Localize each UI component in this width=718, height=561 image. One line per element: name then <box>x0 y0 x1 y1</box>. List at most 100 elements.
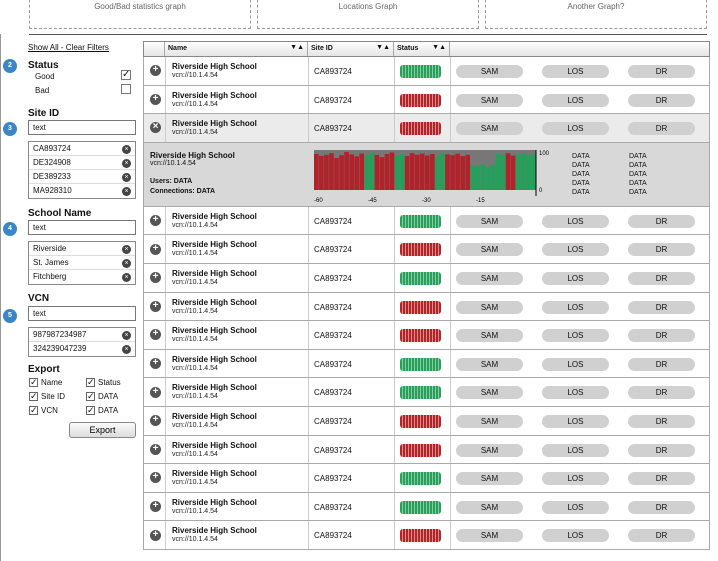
remove-tag-icon[interactable]: × <box>122 345 131 354</box>
los-button[interactable]: LOS <box>542 214 609 228</box>
check-icon[interactable]: ✓ <box>29 406 38 415</box>
export-option[interactable]: ✓ Site ID <box>29 392 65 401</box>
los-button[interactable]: LOS <box>542 500 609 514</box>
sam-button[interactable]: SAM <box>456 300 523 314</box>
vcn-address: vcn://10.1.4.54 <box>172 507 218 515</box>
remove-tag-icon[interactable]: × <box>122 259 131 268</box>
good-bad-graph-placeholder[interactable]: Good/Bad statistics graph <box>29 0 251 29</box>
status-column-header[interactable]: Status ▼▲ <box>394 42 450 56</box>
school-name-input[interactable]: text <box>28 220 136 235</box>
dr-button[interactable]: DR <box>628 500 695 514</box>
expand-icon[interactable]: + <box>150 93 161 105</box>
sam-button[interactable]: SAM <box>456 93 523 107</box>
los-button[interactable]: LOS <box>542 414 609 428</box>
expand-icon[interactable]: + <box>150 215 161 227</box>
remove-tag-icon[interactable]: × <box>122 159 131 168</box>
school-name: Riverside High School <box>172 526 257 536</box>
dr-button[interactable]: DR <box>628 357 695 371</box>
export-option[interactable]: ✓ DATA <box>86 392 118 401</box>
dr-button[interactable]: DR <box>628 300 695 314</box>
expand-icon[interactable]: + <box>150 415 161 427</box>
expand-icon[interactable]: + <box>150 358 161 370</box>
sam-button[interactable]: SAM <box>456 271 523 285</box>
sam-button[interactable]: SAM <box>456 329 523 343</box>
sam-button[interactable]: SAM <box>456 443 523 457</box>
dr-button[interactable]: DR <box>628 93 695 107</box>
check-icon[interactable]: ✓ <box>29 378 38 387</box>
expand-icon[interactable]: + <box>150 472 161 484</box>
check-icon[interactable]: ✓ <box>86 378 95 387</box>
los-button[interactable]: LOS <box>542 243 609 257</box>
los-button[interactable]: LOS <box>542 529 609 543</box>
expand-icon[interactable]: + <box>150 300 161 312</box>
status-good-checkbox[interactable]: ✓ <box>121 70 131 80</box>
check-icon[interactable]: ✓ <box>86 406 95 415</box>
sam-button[interactable]: SAM <box>456 357 523 371</box>
name-column-header[interactable]: Name ▼▲ <box>165 42 308 56</box>
expand-icon[interactable]: + <box>150 386 161 398</box>
remove-tag-icon[interactable]: × <box>122 145 131 154</box>
check-icon[interactable]: ✓ <box>29 392 38 401</box>
dr-button[interactable]: DR <box>628 122 695 136</box>
sam-button[interactable]: SAM <box>456 65 523 78</box>
sam-button[interactable]: SAM <box>456 214 523 228</box>
remove-tag-icon[interactable]: × <box>122 273 131 282</box>
los-button[interactable]: LOS <box>542 443 609 457</box>
dr-button[interactable]: DR <box>628 529 695 543</box>
dr-button[interactable]: DR <box>628 414 695 428</box>
sort-icon[interactable]: ▼▲ <box>376 44 390 51</box>
remove-tag-icon[interactable]: × <box>122 173 131 182</box>
sam-button[interactable]: SAM <box>456 122 523 136</box>
dr-button[interactable]: DR <box>628 271 695 285</box>
check-icon[interactable]: ✓ <box>86 392 95 401</box>
dr-button[interactable]: DR <box>628 443 695 457</box>
dr-button[interactable]: DR <box>628 386 695 400</box>
export-button[interactable]: Export <box>69 422 136 438</box>
sam-button[interactable]: SAM <box>456 243 523 257</box>
collapse-icon[interactable]: × <box>150 122 161 134</box>
los-button[interactable]: LOS <box>542 329 609 343</box>
status-bad-checkbox[interactable] <box>121 84 131 94</box>
expand-icon[interactable]: + <box>150 329 161 341</box>
expand-icon[interactable]: + <box>150 501 161 513</box>
sam-button[interactable]: SAM <box>456 472 523 486</box>
los-button[interactable]: LOS <box>542 386 609 400</box>
expand-icon[interactable]: + <box>150 243 161 255</box>
locations-graph-placeholder[interactable]: Locations Graph <box>257 0 479 29</box>
sort-icon[interactable]: ▼▲ <box>290 44 304 51</box>
another-graph-placeholder[interactable]: Another Graph? <box>485 0 707 29</box>
vcn-input[interactable]: text <box>28 306 136 321</box>
los-button[interactable]: LOS <box>542 93 609 107</box>
los-button[interactable]: LOS <box>542 122 609 136</box>
dr-button[interactable]: DR <box>628 214 695 228</box>
los-button[interactable]: LOS <box>542 472 609 486</box>
site-id-column-header[interactable]: Site ID ▼▲ <box>308 42 394 56</box>
show-all-clear-filters-link[interactable]: Show All - Clear Filters <box>28 43 109 52</box>
los-button[interactable]: LOS <box>542 65 609 78</box>
dr-button[interactable]: DR <box>628 472 695 486</box>
expand-icon[interactable]: + <box>150 443 161 455</box>
sam-button[interactable]: SAM <box>456 500 523 514</box>
sam-button[interactable]: SAM <box>456 386 523 400</box>
dr-button[interactable]: DR <box>628 329 695 343</box>
sam-button[interactable]: SAM <box>456 529 523 543</box>
sam-button[interactable]: SAM <box>456 414 523 428</box>
dr-button[interactable]: DR <box>628 243 695 257</box>
expand-icon[interactable]: + <box>150 272 161 284</box>
detail-connections: Connections: DATA <box>150 187 216 195</box>
los-button[interactable]: LOS <box>542 271 609 285</box>
dr-button[interactable]: DR <box>628 65 695 78</box>
export-option[interactable]: ✓ DATA <box>86 406 118 415</box>
export-option[interactable]: ✓ Status <box>86 378 121 387</box>
expand-icon[interactable]: + <box>150 529 161 541</box>
export-option[interactable]: ✓ Name <box>29 378 62 387</box>
remove-tag-icon[interactable]: × <box>122 187 131 196</box>
site-id-input[interactable]: text <box>28 120 136 135</box>
sort-icon[interactable]: ▼▲ <box>432 44 446 51</box>
export-option[interactable]: ✓ VCN <box>29 406 58 415</box>
los-button[interactable]: LOS <box>542 357 609 371</box>
los-button[interactable]: LOS <box>542 300 609 314</box>
remove-tag-icon[interactable]: × <box>122 245 131 254</box>
remove-tag-icon[interactable]: × <box>122 331 131 340</box>
expand-icon[interactable]: + <box>150 65 161 77</box>
